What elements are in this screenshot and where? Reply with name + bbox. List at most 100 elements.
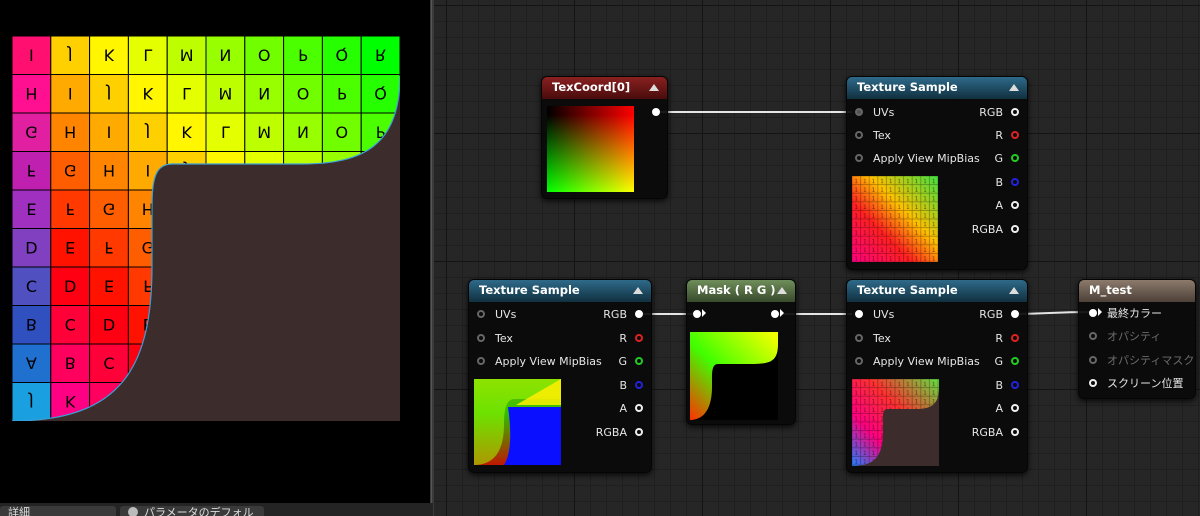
input-pin[interactable]	[1089, 309, 1097, 317]
texture-cell-letter: D	[103, 315, 115, 334]
node-header[interactable]: Texture Sample	[469, 280, 651, 302]
input-pin[interactable]	[1089, 356, 1097, 364]
triangle-up-icon[interactable]	[1009, 287, 1019, 294]
tab-details[interactable]: 詳細	[0, 506, 116, 516]
output-pin-r[interactable]	[1011, 334, 1019, 342]
input-pin-mipbias[interactable]: Apply View MipBias G	[855, 150, 1019, 168]
pin-label: オパシティ	[1107, 330, 1162, 343]
output-pin-a[interactable]	[1011, 201, 1019, 209]
output-pin-g[interactable]	[635, 357, 643, 365]
output-pin-row[interactable]	[646, 104, 660, 122]
material-preview-viewport[interactable]: IJKLMNOPQRHIJKLMNOPQGHIJKLMNOPFGHIJKLMNO…	[0, 0, 433, 503]
texture-sample-node-right[interactable]: Texture Sample UVs RGB Tex R Apply View …	[846, 279, 1028, 473]
pin-label: R	[619, 332, 627, 345]
texture-sample-node-top[interactable]: Texture Sample UVs RGB Tex R Apply View …	[846, 76, 1028, 270]
input-pin-opacity-mask[interactable]: オパシティマスク	[1089, 352, 1195, 370]
node-header[interactable]: TexCoord[0]	[542, 77, 667, 99]
node-header[interactable]: M_test	[1079, 280, 1195, 302]
input-pin-tex[interactable]: Tex R	[855, 127, 1019, 145]
output-pin-rgb[interactable]	[1011, 310, 1019, 318]
input-pin[interactable]	[855, 357, 863, 365]
output-pin-rgba[interactable]	[635, 428, 643, 436]
input-pin-opacity[interactable]: オパシティ	[1089, 328, 1193, 346]
texture-cell-letter: N	[219, 45, 231, 64]
texture-cell-letter: E	[104, 276, 114, 295]
output-pin-rgba[interactable]	[1011, 428, 1019, 436]
texture-cell-letter: G	[64, 161, 76, 180]
pin-label: RGBA	[971, 223, 1003, 236]
pin-label: オパシティマスク	[1107, 354, 1195, 367]
pin-label: Apply View MipBias	[873, 152, 980, 165]
output-pin-a[interactable]	[635, 404, 643, 412]
node-header[interactable]: Texture Sample	[847, 280, 1027, 302]
input-pin[interactable]	[855, 108, 863, 116]
texture-cell-letter: N	[297, 122, 309, 141]
texture-cell-letter: H	[103, 161, 115, 180]
triangle-up-icon[interactable]	[633, 287, 643, 294]
output-pin-r[interactable]	[635, 334, 643, 342]
output-pin[interactable]	[652, 108, 660, 116]
input-pin[interactable]	[477, 334, 485, 342]
texture-cell-letter: I	[68, 84, 73, 103]
texture-cell-letter: F	[27, 161, 36, 180]
pin-label: A	[995, 402, 1003, 415]
tab-parameter-defaults[interactable]: パラメータのデフォルト	[120, 506, 264, 516]
input-pin-mipbias[interactable]: Apply View MipBias G	[477, 353, 643, 371]
texture-cell-letter: E	[26, 199, 36, 218]
triangle-up-icon[interactable]	[777, 287, 787, 294]
output-pin-b[interactable]	[635, 381, 643, 389]
preview-render: IJKLMNOPQRHIJKLMNOPQGHIJKLMNOPFGHIJKLMNO…	[12, 36, 400, 421]
pin-label: RGB	[979, 308, 1003, 321]
input-pin[interactable]	[855, 131, 863, 139]
triangle-up-icon[interactable]	[649, 84, 659, 91]
node-title: Texture Sample	[479, 283, 580, 297]
mask-node[interactable]: Mask ( R G )	[686, 279, 796, 425]
output-pin-a[interactable]	[1011, 404, 1019, 412]
node-header[interactable]: Mask ( R G )	[687, 280, 795, 302]
texture-cell-letter: K	[143, 84, 154, 103]
tab-label: 詳細	[8, 506, 30, 516]
texture-cell-letter: D	[64, 276, 76, 295]
output-pin-row[interactable]	[771, 306, 787, 324]
texture-sample-node-left[interactable]: Texture Sample UVs RGB Tex R Apply View …	[468, 279, 652, 473]
input-pin[interactable]	[477, 357, 485, 365]
input-pin-tex[interactable]: Tex R	[477, 330, 643, 348]
input-pin-mipbias[interactable]: Apply View MipBias G	[855, 353, 1019, 371]
input-pin-screen-position[interactable]: スクリーン位置	[1089, 375, 1193, 393]
texcoord-node[interactable]: TexCoord[0]	[541, 76, 668, 199]
input-pin-uvs[interactable]: UVs RGB	[855, 306, 1019, 324]
material-result-node[interactable]: M_test 最終カラー オパシティ オパシティマスク スクリーン位置	[1078, 279, 1196, 399]
input-pin-row[interactable]	[693, 306, 707, 324]
output-pin-b[interactable]	[1011, 381, 1019, 389]
texture-cell-letter: J	[67, 45, 73, 64]
triangle-up-icon[interactable]	[1009, 84, 1019, 91]
output-pin-r[interactable]	[1011, 131, 1019, 139]
input-pin[interactable]	[855, 154, 863, 162]
output-pin-g[interactable]	[1011, 154, 1019, 162]
pin-label: Apply View MipBias	[495, 355, 602, 368]
texture-cell-letter: D	[25, 238, 37, 257]
texture-cell-letter: E	[65, 238, 75, 257]
texcoord-preview	[547, 106, 634, 192]
node-header[interactable]: Texture Sample	[847, 77, 1027, 99]
input-pin-uvs[interactable]: UVs RGB	[477, 306, 643, 324]
input-pin[interactable]	[477, 310, 485, 318]
input-pin-uvs[interactable]: UVs RGB	[855, 104, 1019, 122]
output-pin[interactable]	[771, 310, 779, 318]
tab-label: パラメータのデフォルト	[144, 506, 254, 516]
output-pin-rgb[interactable]	[1011, 108, 1019, 116]
output-pin-b[interactable]	[1011, 178, 1019, 186]
input-pin[interactable]	[693, 310, 701, 318]
output-pin-rgb[interactable]	[635, 310, 643, 318]
output-pin-rgba[interactable]	[1011, 225, 1019, 233]
input-pin[interactable]	[855, 334, 863, 342]
texture-cell-letter: K	[104, 45, 115, 64]
input-pin[interactable]	[1089, 332, 1097, 340]
output-pin-g[interactable]	[1011, 357, 1019, 365]
node-title: Texture Sample	[857, 80, 958, 94]
input-pin-tex[interactable]: Tex R	[855, 330, 1019, 348]
pin-label: B	[619, 379, 627, 392]
input-pin-base-color[interactable]: 最終カラー	[1089, 305, 1193, 323]
input-pin[interactable]	[1089, 379, 1097, 387]
input-pin[interactable]	[855, 310, 863, 318]
